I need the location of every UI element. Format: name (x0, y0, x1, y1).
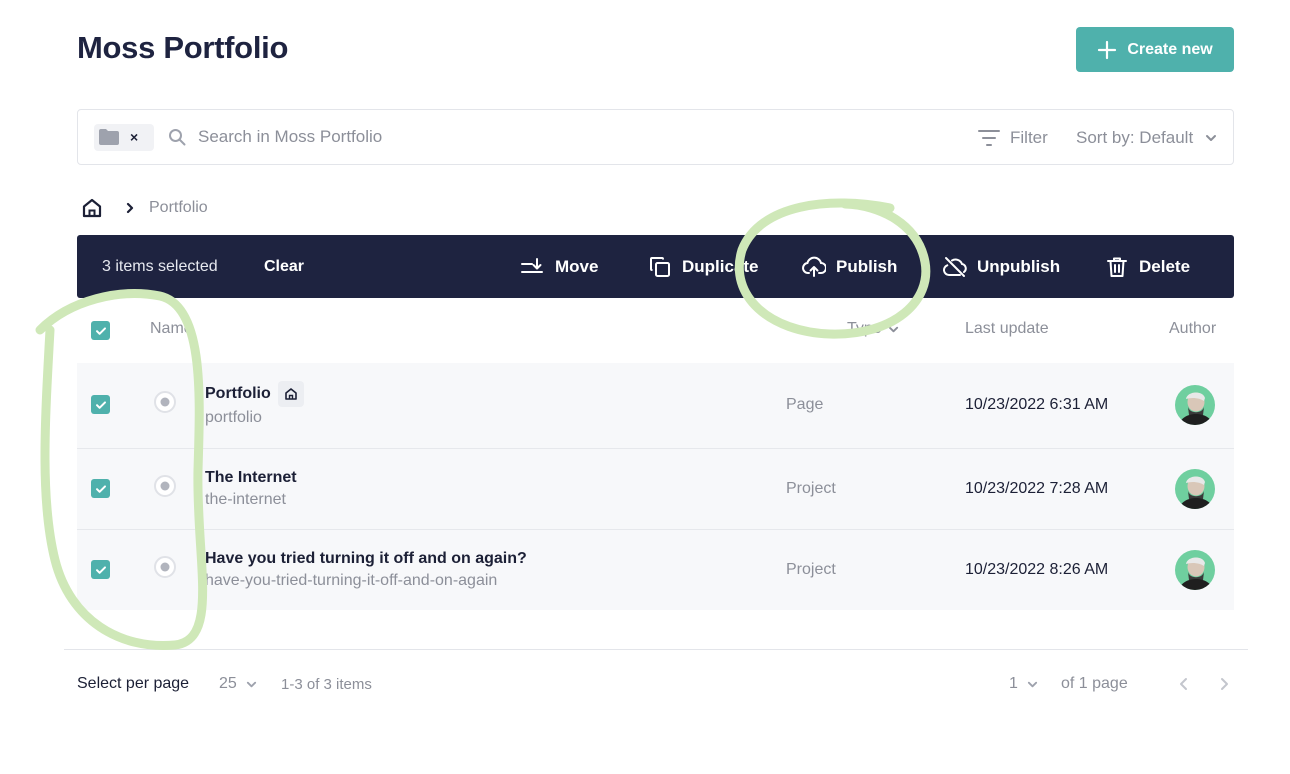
author-avatar (1175, 550, 1215, 590)
duplicate-button[interactable]: Duplicate (648, 235, 759, 298)
clear-selection-button[interactable]: Clear (264, 235, 304, 298)
chevron-left-icon[interactable] (1178, 677, 1190, 691)
row-title[interactable]: Portfolio (205, 381, 304, 407)
create-new-button[interactable]: Create new (1076, 27, 1234, 72)
column-header-type-label: Type (847, 320, 882, 337)
search-bar: × Filter Sort by: Default (77, 109, 1234, 165)
delete-button[interactable]: Delete (1105, 235, 1190, 298)
duplicate-icon (650, 256, 670, 277)
items-range: 1-3 of 3 items (281, 675, 372, 693)
page-count: of 1 page (1061, 675, 1128, 692)
table-row[interactable]: Have you tried turning it off and on aga… (77, 530, 1234, 610)
author-avatar (1175, 469, 1215, 509)
per-page-label: Select per page (77, 675, 190, 692)
breadcrumb: Portfolio (80, 196, 208, 220)
home-icon (284, 388, 297, 400)
row-slug: portfolio (205, 409, 262, 426)
row-updated: 10/23/2022 8:26 AM (965, 561, 1109, 578)
unpublish-label: Unpublish (977, 256, 1061, 276)
author-avatar (1175, 385, 1215, 425)
footer-divider (64, 649, 1248, 650)
chevron-down-icon (246, 681, 256, 687)
table-row[interactable]: The Internet the-internet Project 10/23/… (77, 449, 1234, 530)
publish-button[interactable]: Publish (802, 235, 897, 298)
per-page-select[interactable]: 25 (219, 672, 257, 696)
avatar-image (1175, 550, 1215, 590)
row-title-text: The Internet (205, 469, 297, 486)
sort-label: Sort by: Default (1076, 128, 1194, 147)
select-all-checkbox[interactable] (91, 321, 110, 340)
row-type: Project (786, 561, 836, 578)
row-slug: have-you-tried-turning-it-off-and-on-aga… (205, 572, 498, 589)
chip-close-icon[interactable]: × (130, 129, 138, 145)
move-button[interactable]: Move (521, 235, 598, 298)
check-icon (95, 565, 106, 574)
status-dot-icon (154, 391, 176, 413)
cloud-off-icon (943, 256, 967, 277)
check-icon (95, 400, 106, 409)
filter-label: Filter (1010, 128, 1048, 147)
table-header: Name Type Last update Author (77, 308, 1234, 352)
row-updated: 10/23/2022 6:31 AM (965, 396, 1109, 413)
filter-button[interactable]: Filter (978, 110, 1048, 166)
trash-icon (1107, 257, 1127, 277)
plus-icon (1098, 40, 1117, 59)
row-checkbox[interactable] (91, 560, 110, 579)
row-checkbox[interactable] (91, 395, 110, 414)
avatar-image (1175, 385, 1215, 425)
per-page-value: 25 (219, 675, 237, 692)
column-header-last-update[interactable]: Last update (965, 320, 1049, 338)
duplicate-label: Duplicate (682, 256, 759, 276)
selected-count: 3 items selected (102, 258, 218, 275)
chevron-right-icon (126, 202, 134, 214)
row-title[interactable]: The Internet (205, 469, 297, 487)
homepage-badge (277, 381, 304, 407)
filter-icon (978, 130, 1000, 146)
move-label: Move (555, 256, 599, 276)
chevron-down-icon (888, 326, 898, 332)
bulk-action-bar: 3 items selected Clear Move Duplicate Pu… (77, 235, 1234, 298)
row-type: Project (786, 480, 836, 497)
home-icon[interactable] (80, 196, 104, 220)
search-input[interactable] (198, 127, 798, 147)
avatar-image (1175, 469, 1215, 509)
row-title-text: Portfolio (205, 385, 271, 402)
chevron-down-icon (1027, 681, 1037, 687)
folder-filter-chip[interactable]: × (94, 123, 154, 151)
row-checkbox[interactable] (91, 479, 110, 498)
row-slug: the-internet (205, 491, 286, 508)
row-updated: 10/23/2022 7:28 AM (965, 480, 1109, 497)
status-dot-icon (154, 556, 176, 578)
column-header-author: Author (1169, 320, 1217, 337)
chevron-right-icon[interactable] (1218, 677, 1230, 691)
table-row[interactable]: Portfolio portfolio Page 10/23/2022 6:31… (77, 363, 1234, 449)
search-icon (169, 129, 186, 146)
delete-label: Delete (1139, 256, 1191, 276)
page-title: Moss Portfolio (77, 30, 289, 65)
chevron-down-icon (1206, 135, 1217, 141)
column-header-type[interactable]: Type (847, 320, 899, 338)
publish-label: Publish (836, 256, 898, 276)
row-title[interactable]: Have you tried turning it off and on aga… (205, 550, 527, 568)
row-type: Page (786, 396, 824, 413)
create-new-label: Create new (1127, 40, 1213, 58)
check-icon (95, 484, 106, 493)
cloud-upload-icon (802, 256, 826, 277)
row-title-text: Have you tried turning it off and on aga… (205, 550, 527, 567)
move-icon (521, 257, 543, 273)
breadcrumb-item-portfolio[interactable]: Portfolio (149, 199, 208, 217)
check-icon (95, 326, 106, 335)
status-dot-icon (154, 475, 176, 497)
sort-dropdown[interactable]: Sort by: Default (1076, 110, 1217, 166)
folder-icon (99, 129, 119, 145)
column-header-name[interactable]: Name (150, 320, 193, 338)
unpublish-button[interactable]: Unpublish (943, 235, 1060, 298)
page-value: 1 (1009, 675, 1018, 692)
page-select[interactable]: 1 (1009, 672, 1038, 696)
